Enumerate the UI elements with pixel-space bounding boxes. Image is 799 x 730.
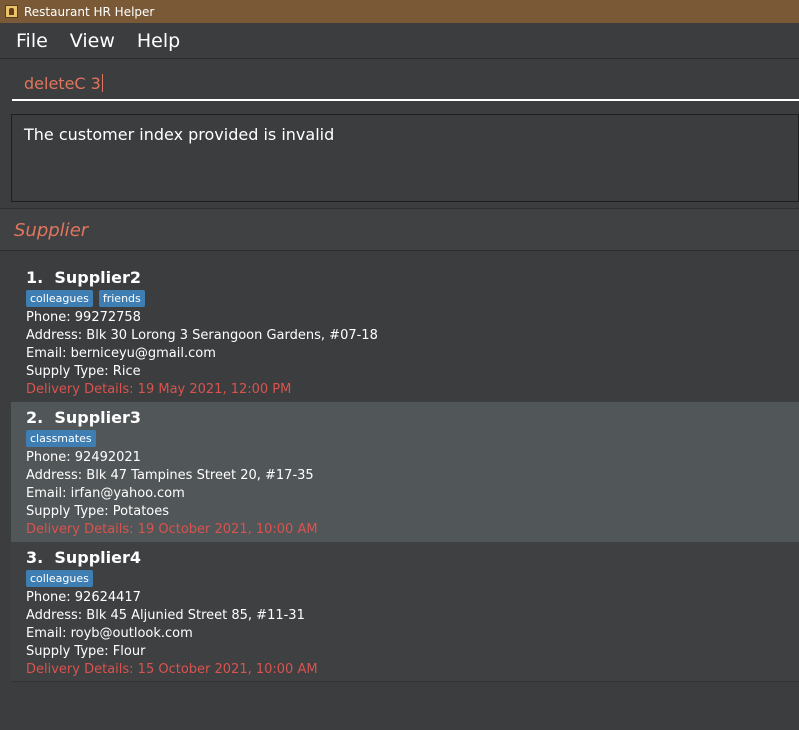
supplier-index: 3. bbox=[26, 548, 44, 567]
tag: friends bbox=[98, 290, 145, 307]
supplier-address: Address: Blk 30 Lorong 3 Serangoon Garde… bbox=[26, 328, 378, 343]
supplier-heading: 2. Supplier3 bbox=[26, 402, 799, 430]
supplier-name: Supplier2 bbox=[54, 268, 142, 287]
menu-file[interactable]: File bbox=[16, 30, 48, 52]
result-message: The customer index provided is invalid bbox=[24, 125, 335, 144]
supplier-list[interactable]: 1. Supplier2 colleagues friends Phone: 9… bbox=[0, 251, 799, 730]
supplier-delivery: Delivery Details: 19 May 2021, 12:00 PM bbox=[26, 382, 292, 397]
supplier-name: Supplier3 bbox=[54, 408, 142, 427]
supplier-email: Email: irfan@yahoo.com bbox=[26, 486, 185, 501]
supplier-delivery: Delivery Details: 15 October 2021, 10:00… bbox=[26, 662, 318, 677]
section-header: Supplier bbox=[0, 208, 799, 251]
supplier-phone: Phone: 99272758 bbox=[26, 310, 141, 325]
command-text: deleteC 3 bbox=[24, 74, 101, 93]
list-divider bbox=[11, 681, 799, 682]
supplier-delivery: Delivery Details: 19 October 2021, 10:00… bbox=[26, 522, 318, 537]
supplier-phone: Phone: 92624417 bbox=[26, 590, 141, 605]
supplier-card-selected[interactable]: 2. Supplier3 classmates Phone: 92492021 … bbox=[11, 402, 799, 542]
supplier-email: Email: royb@outlook.com bbox=[26, 626, 193, 641]
app-icon bbox=[5, 5, 18, 18]
menu-help[interactable]: Help bbox=[137, 30, 180, 52]
tag-list: colleagues bbox=[26, 570, 799, 588]
supplier-supply-type: Supply Type: Flour bbox=[26, 644, 146, 659]
tag: colleagues bbox=[26, 570, 93, 587]
supplier-supply-type: Supply Type: Rice bbox=[26, 364, 141, 379]
menu-bar: File View Help bbox=[0, 23, 799, 59]
supplier-heading: 3. Supplier4 bbox=[26, 542, 799, 570]
supplier-heading: 1. Supplier2 bbox=[26, 262, 799, 290]
title-bar: Restaurant HR Helper bbox=[0, 0, 799, 23]
command-box: deleteC 3 bbox=[0, 59, 799, 109]
supplier-card[interactable]: 3. Supplier4 colleagues Phone: 92624417 … bbox=[11, 542, 799, 682]
command-input[interactable]: deleteC 3 bbox=[12, 67, 799, 101]
supplier-name: Supplier4 bbox=[54, 548, 142, 567]
supplier-phone: Phone: 92492021 bbox=[26, 450, 141, 465]
supplier-supply-type: Supply Type: Potatoes bbox=[26, 504, 170, 519]
menu-view[interactable]: View bbox=[70, 30, 115, 52]
supplier-index: 2. bbox=[26, 408, 44, 427]
tag: colleagues bbox=[26, 290, 93, 307]
window-title: Restaurant HR Helper bbox=[24, 4, 155, 19]
supplier-card[interactable]: 1. Supplier2 colleagues friends Phone: 9… bbox=[11, 262, 799, 402]
tag: classmates bbox=[26, 430, 96, 447]
supplier-index: 1. bbox=[26, 268, 44, 287]
text-caret bbox=[101, 74, 103, 92]
supplier-email: Email: berniceyu@gmail.com bbox=[26, 346, 216, 361]
supplier-address: Address: Blk 47 Tampines Street 20, #17-… bbox=[26, 468, 314, 483]
tag-list: classmates bbox=[26, 430, 799, 448]
result-display: The customer index provided is invalid bbox=[11, 114, 799, 202]
section-title: Supplier bbox=[14, 220, 89, 241]
supplier-address: Address: Blk 45 Aljunied Street 85, #11-… bbox=[26, 608, 305, 623]
tag-list: colleagues friends bbox=[26, 290, 799, 308]
